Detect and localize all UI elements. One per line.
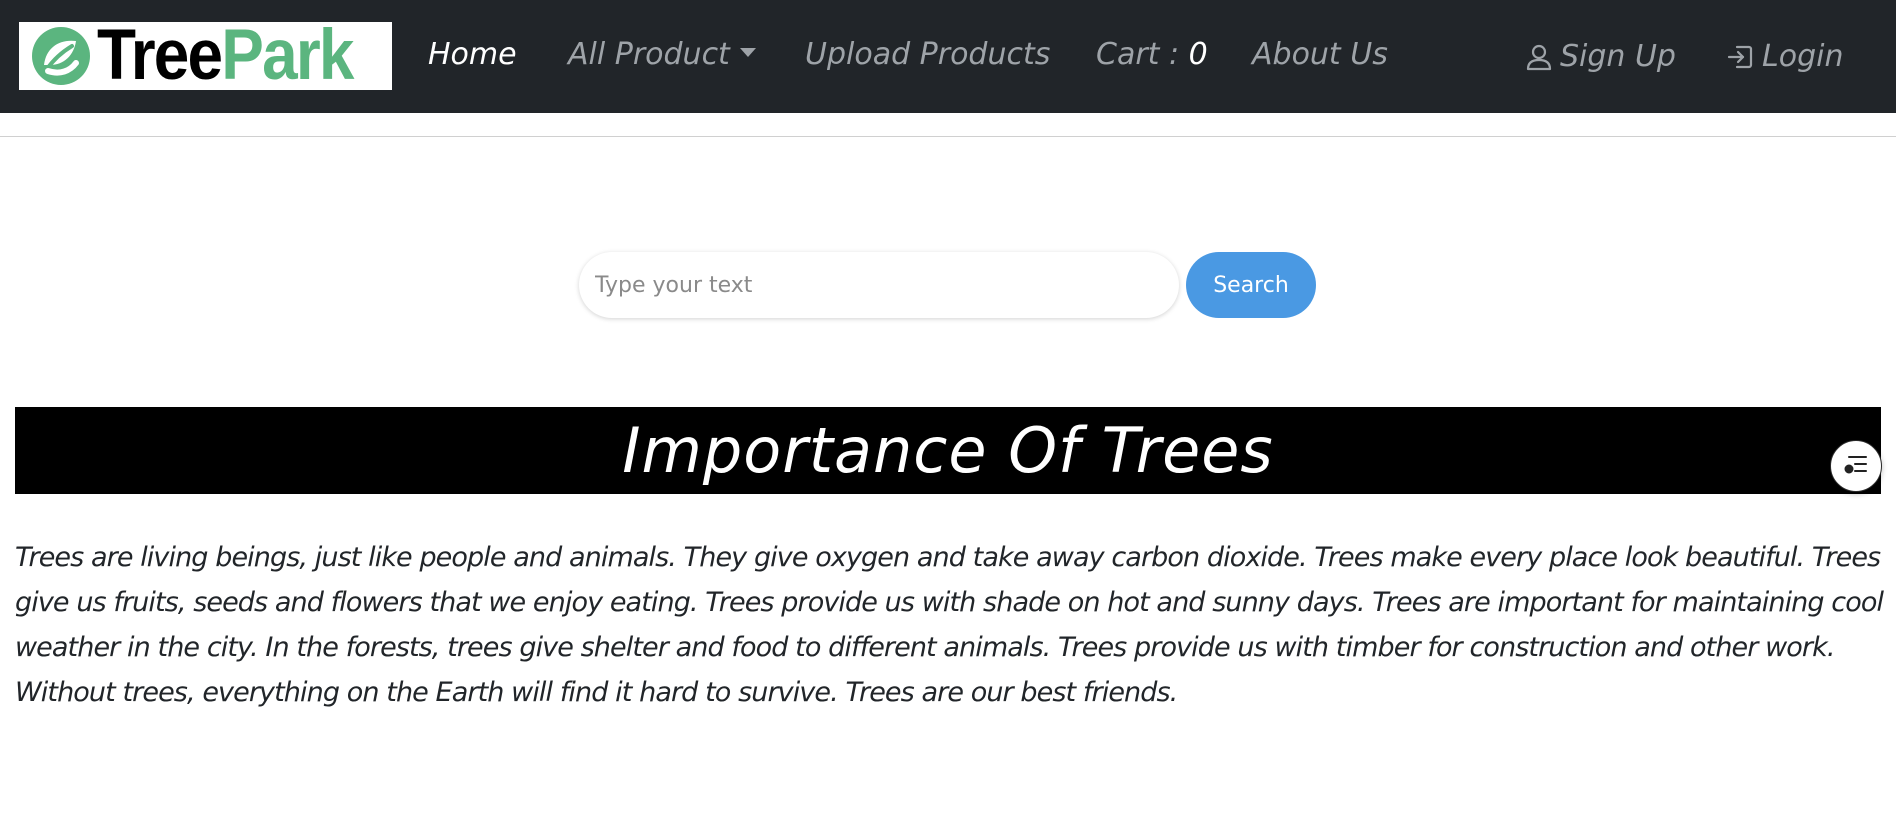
section-body-text: Trees are living beings, just like peopl… xyxy=(15,542,1884,708)
nav-upload-products-link[interactable]: Upload Products xyxy=(805,0,1050,113)
brand-name-tree: Tree xyxy=(97,16,223,95)
cart-label: Cart : xyxy=(1096,37,1189,72)
login-label: Login xyxy=(1762,38,1844,74)
navbar: TreePark Home All Product Upload Product… xyxy=(0,0,1896,113)
nav-sign-up-link[interactable]: Sign Up xyxy=(1526,0,1676,113)
nav-about-us-link[interactable]: About Us xyxy=(1252,0,1388,113)
nav-cart-link[interactable]: Cart : 0 xyxy=(1096,0,1208,113)
section-banner: Importance Of Trees xyxy=(15,407,1881,494)
sign-up-label: Sign Up xyxy=(1560,38,1676,74)
header-divider xyxy=(0,136,1896,137)
leaf-logo-icon xyxy=(27,25,95,87)
cart-count: 0 xyxy=(1188,37,1208,72)
caret-down-icon xyxy=(739,48,756,57)
search-button[interactable]: Search xyxy=(1186,252,1316,318)
brand-name-park: Park xyxy=(221,16,354,95)
floating-menu-button[interactable] xyxy=(1830,440,1882,492)
login-icon xyxy=(1726,43,1754,71)
brand-logo[interactable]: TreePark xyxy=(19,20,392,91)
nav-home-link[interactable]: Home xyxy=(428,0,517,113)
nav-all-product-label: All Product xyxy=(568,37,730,72)
section-title: Importance Of Trees xyxy=(622,414,1274,487)
user-icon xyxy=(1526,43,1552,71)
brand-name: TreePark xyxy=(97,20,354,91)
nav-login-link[interactable]: Login xyxy=(1726,0,1843,113)
search-input[interactable] xyxy=(579,252,1179,318)
nav-all-product-dropdown[interactable]: All Product xyxy=(568,0,756,113)
filter-list-icon xyxy=(1843,452,1869,480)
